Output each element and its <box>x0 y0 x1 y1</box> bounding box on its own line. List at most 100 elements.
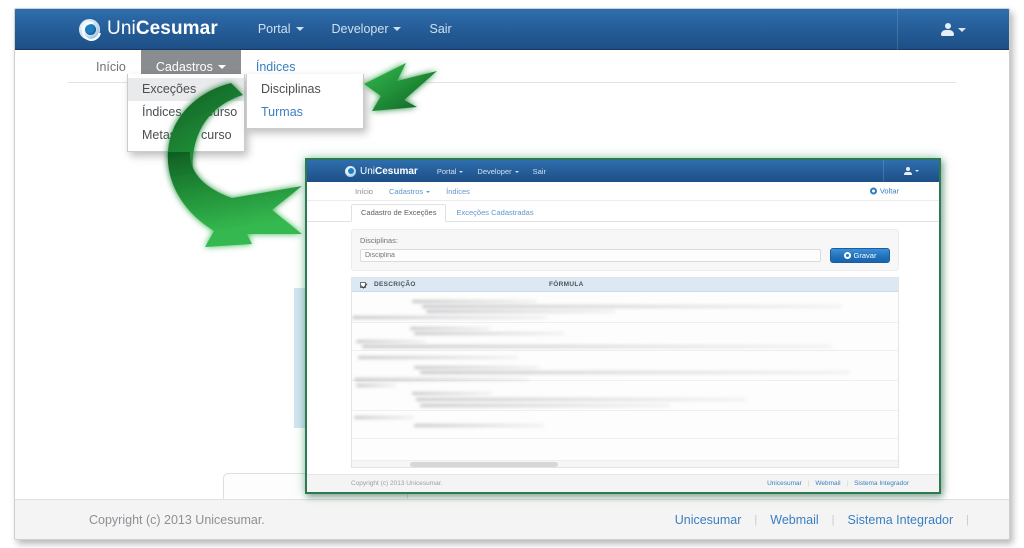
inner-tabs: Cadastro de Exceções Exceções Cadastrada… <box>307 201 939 222</box>
back-button[interactable]: Voltar <box>869 186 899 196</box>
chevron-down-icon <box>295 27 304 32</box>
table-row[interactable] <box>358 356 518 359</box>
nav-link-developer[interactable]: Developer <box>318 9 416 50</box>
outer-nav-links: Portal Developer Sair <box>244 9 466 50</box>
table-row[interactable] <box>414 366 539 369</box>
outer-navbar: UniCesumar Portal Developer Sair <box>15 9 1009 50</box>
inner-navbar: UniCesumar Portal Developer Sair <box>307 160 939 182</box>
inner-footer-link-sistema-integrador[interactable]: Sistema Integrador <box>848 480 915 487</box>
back-circle-icon <box>869 187 877 195</box>
chevron-down-icon <box>426 190 431 193</box>
menu-item-disciplinas[interactable]: Disciplinas <box>247 78 363 101</box>
row-divider <box>352 410 898 411</box>
outer-copyright: Copyright (c) 2013 Unicesumar. <box>89 512 265 527</box>
chevron-right-icon <box>226 85 230 93</box>
brand-logo[interactable]: UniCesumar <box>79 18 218 40</box>
inner-footer-links: Unicesumar | Webmail | Sistema Integrado… <box>761 480 915 487</box>
menu-item-metas-por-curso[interactable]: Metas por curso <box>128 124 244 147</box>
brand-text: UniCesumar <box>107 18 218 40</box>
row-divider <box>352 438 898 439</box>
table-row[interactable] <box>426 310 616 313</box>
table-row[interactable] <box>412 300 537 303</box>
inner-subnav: Início Cadastros Índices Voltar <box>307 182 939 201</box>
column-header-formula[interactable]: FÓRMULA <box>549 281 898 288</box>
chevron-down-icon <box>915 170 919 172</box>
inner-subnav-item-cadastros[interactable]: Cadastros <box>381 187 438 196</box>
user-menu-button[interactable] <box>897 9 1009 50</box>
screenshot-root: UniCesumar Portal Developer Sair Início … <box>0 0 1024 548</box>
table-row[interactable] <box>410 327 490 330</box>
tab-excecoes-cadastradas[interactable]: Exceções Cadastradas <box>446 204 543 222</box>
cadastros-dropdown-menu: Exceções Índices por curso Metas por cur… <box>127 74 245 152</box>
brand-bold: Cesumar <box>135 18 218 39</box>
user-icon <box>941 23 954 36</box>
table-row[interactable] <box>422 305 842 308</box>
table-row[interactable] <box>356 384 396 387</box>
inner-copyright: Copyright (c) 2013 Unicesumar. <box>351 480 443 487</box>
inner-nav-link-sair[interactable]: Sair <box>526 167 553 176</box>
save-button[interactable]: Gravar <box>830 248 890 263</box>
discipline-field-label: Disciplinas: <box>360 236 398 245</box>
excecoes-table: DESCRIÇÃO FÓRMULA <box>351 277 899 468</box>
inner-screenshot-window: UniCesumar Portal Developer Sair Início … <box>305 158 941 494</box>
excecoes-submenu: Disciplinas Turmas <box>246 74 364 129</box>
row-divider <box>352 350 898 351</box>
outer-footer-links: Unicesumar | Webmail | Sistema Integrado… <box>662 513 969 527</box>
discipline-form-row: Gravar <box>360 248 890 263</box>
inner-footer-link-unicesumar[interactable]: Unicesumar <box>761 480 808 487</box>
chevron-down-icon <box>459 170 464 173</box>
inner-brand-text: UniCesumar <box>360 166 418 177</box>
unicesumar-logo-icon <box>345 165 356 177</box>
inner-nav-link-portal[interactable]: Portal <box>430 167 471 176</box>
discipline-input[interactable] <box>360 249 821 262</box>
footer-divider: | <box>966 513 969 526</box>
select-all-cell[interactable] <box>352 281 374 288</box>
table-row[interactable] <box>352 316 547 319</box>
row-divider <box>352 322 898 323</box>
inner-nav-link-developer[interactable]: Developer <box>470 167 525 176</box>
horizontal-scrollbar[interactable] <box>352 460 898 467</box>
table-row[interactable] <box>420 371 850 374</box>
menu-item-excecoes[interactable]: Exceções <box>128 78 244 101</box>
outer-footer: Copyright (c) 2013 Unicesumar. Unicesuma… <box>15 499 1009 539</box>
inner-brand-bold: Cesumar <box>375 165 418 177</box>
column-header-descricao[interactable]: DESCRIÇÃO <box>374 281 549 288</box>
scrollbar-thumb[interactable] <box>410 462 558 467</box>
table-row[interactable] <box>414 332 564 335</box>
table-row[interactable] <box>354 416 414 419</box>
checkbox-checked-icon <box>360 281 366 288</box>
tab-cadastro-de-excecoes[interactable]: Cadastro de Exceções <box>351 204 447 222</box>
table-row[interactable] <box>414 424 544 427</box>
brand-thin: Uni <box>107 18 136 39</box>
table-row[interactable] <box>416 398 746 401</box>
footer-link-webmail[interactable]: Webmail <box>757 513 831 527</box>
inner-brand-logo[interactable]: UniCesumar <box>345 165 418 177</box>
chevron-down-icon <box>217 64 226 69</box>
table-body <box>352 292 898 467</box>
inner-subnav-item-indices[interactable]: Índices <box>438 187 478 196</box>
table-row[interactable] <box>354 378 529 381</box>
chevron-down-icon <box>393 27 402 32</box>
discipline-form-panel: Disciplinas: Gravar <box>351 229 899 271</box>
inner-brand-thin: Uni <box>360 165 376 177</box>
save-circle-icon <box>843 252 851 259</box>
table-header-row: DESCRIÇÃO FÓRMULA <box>352 278 898 292</box>
table-row[interactable] <box>420 404 670 407</box>
save-button-label: Gravar <box>853 251 877 260</box>
table-row[interactable] <box>356 340 426 343</box>
inner-subnav-item-inicio[interactable]: Início <box>347 187 381 196</box>
user-icon <box>904 167 912 175</box>
footer-link-sistema-integrador[interactable]: Sistema Integrador <box>835 513 967 527</box>
footer-link-unicesumar[interactable]: Unicesumar <box>662 513 755 527</box>
inner-user-menu-button[interactable] <box>883 160 939 182</box>
back-button-label: Voltar <box>879 186 899 196</box>
table-row[interactable] <box>412 392 492 395</box>
nav-link-portal[interactable]: Portal <box>244 9 318 50</box>
menu-item-indices-por-curso[interactable]: Índices por curso <box>128 101 244 124</box>
nav-link-sair[interactable]: Sair <box>415 9 465 50</box>
inner-footer-link-webmail[interactable]: Webmail <box>809 480 846 487</box>
menu-item-turmas[interactable]: Turmas <box>247 101 363 124</box>
table-row[interactable] <box>362 345 832 348</box>
chevron-down-icon <box>514 170 519 173</box>
unicesumar-logo-icon <box>79 18 100 40</box>
